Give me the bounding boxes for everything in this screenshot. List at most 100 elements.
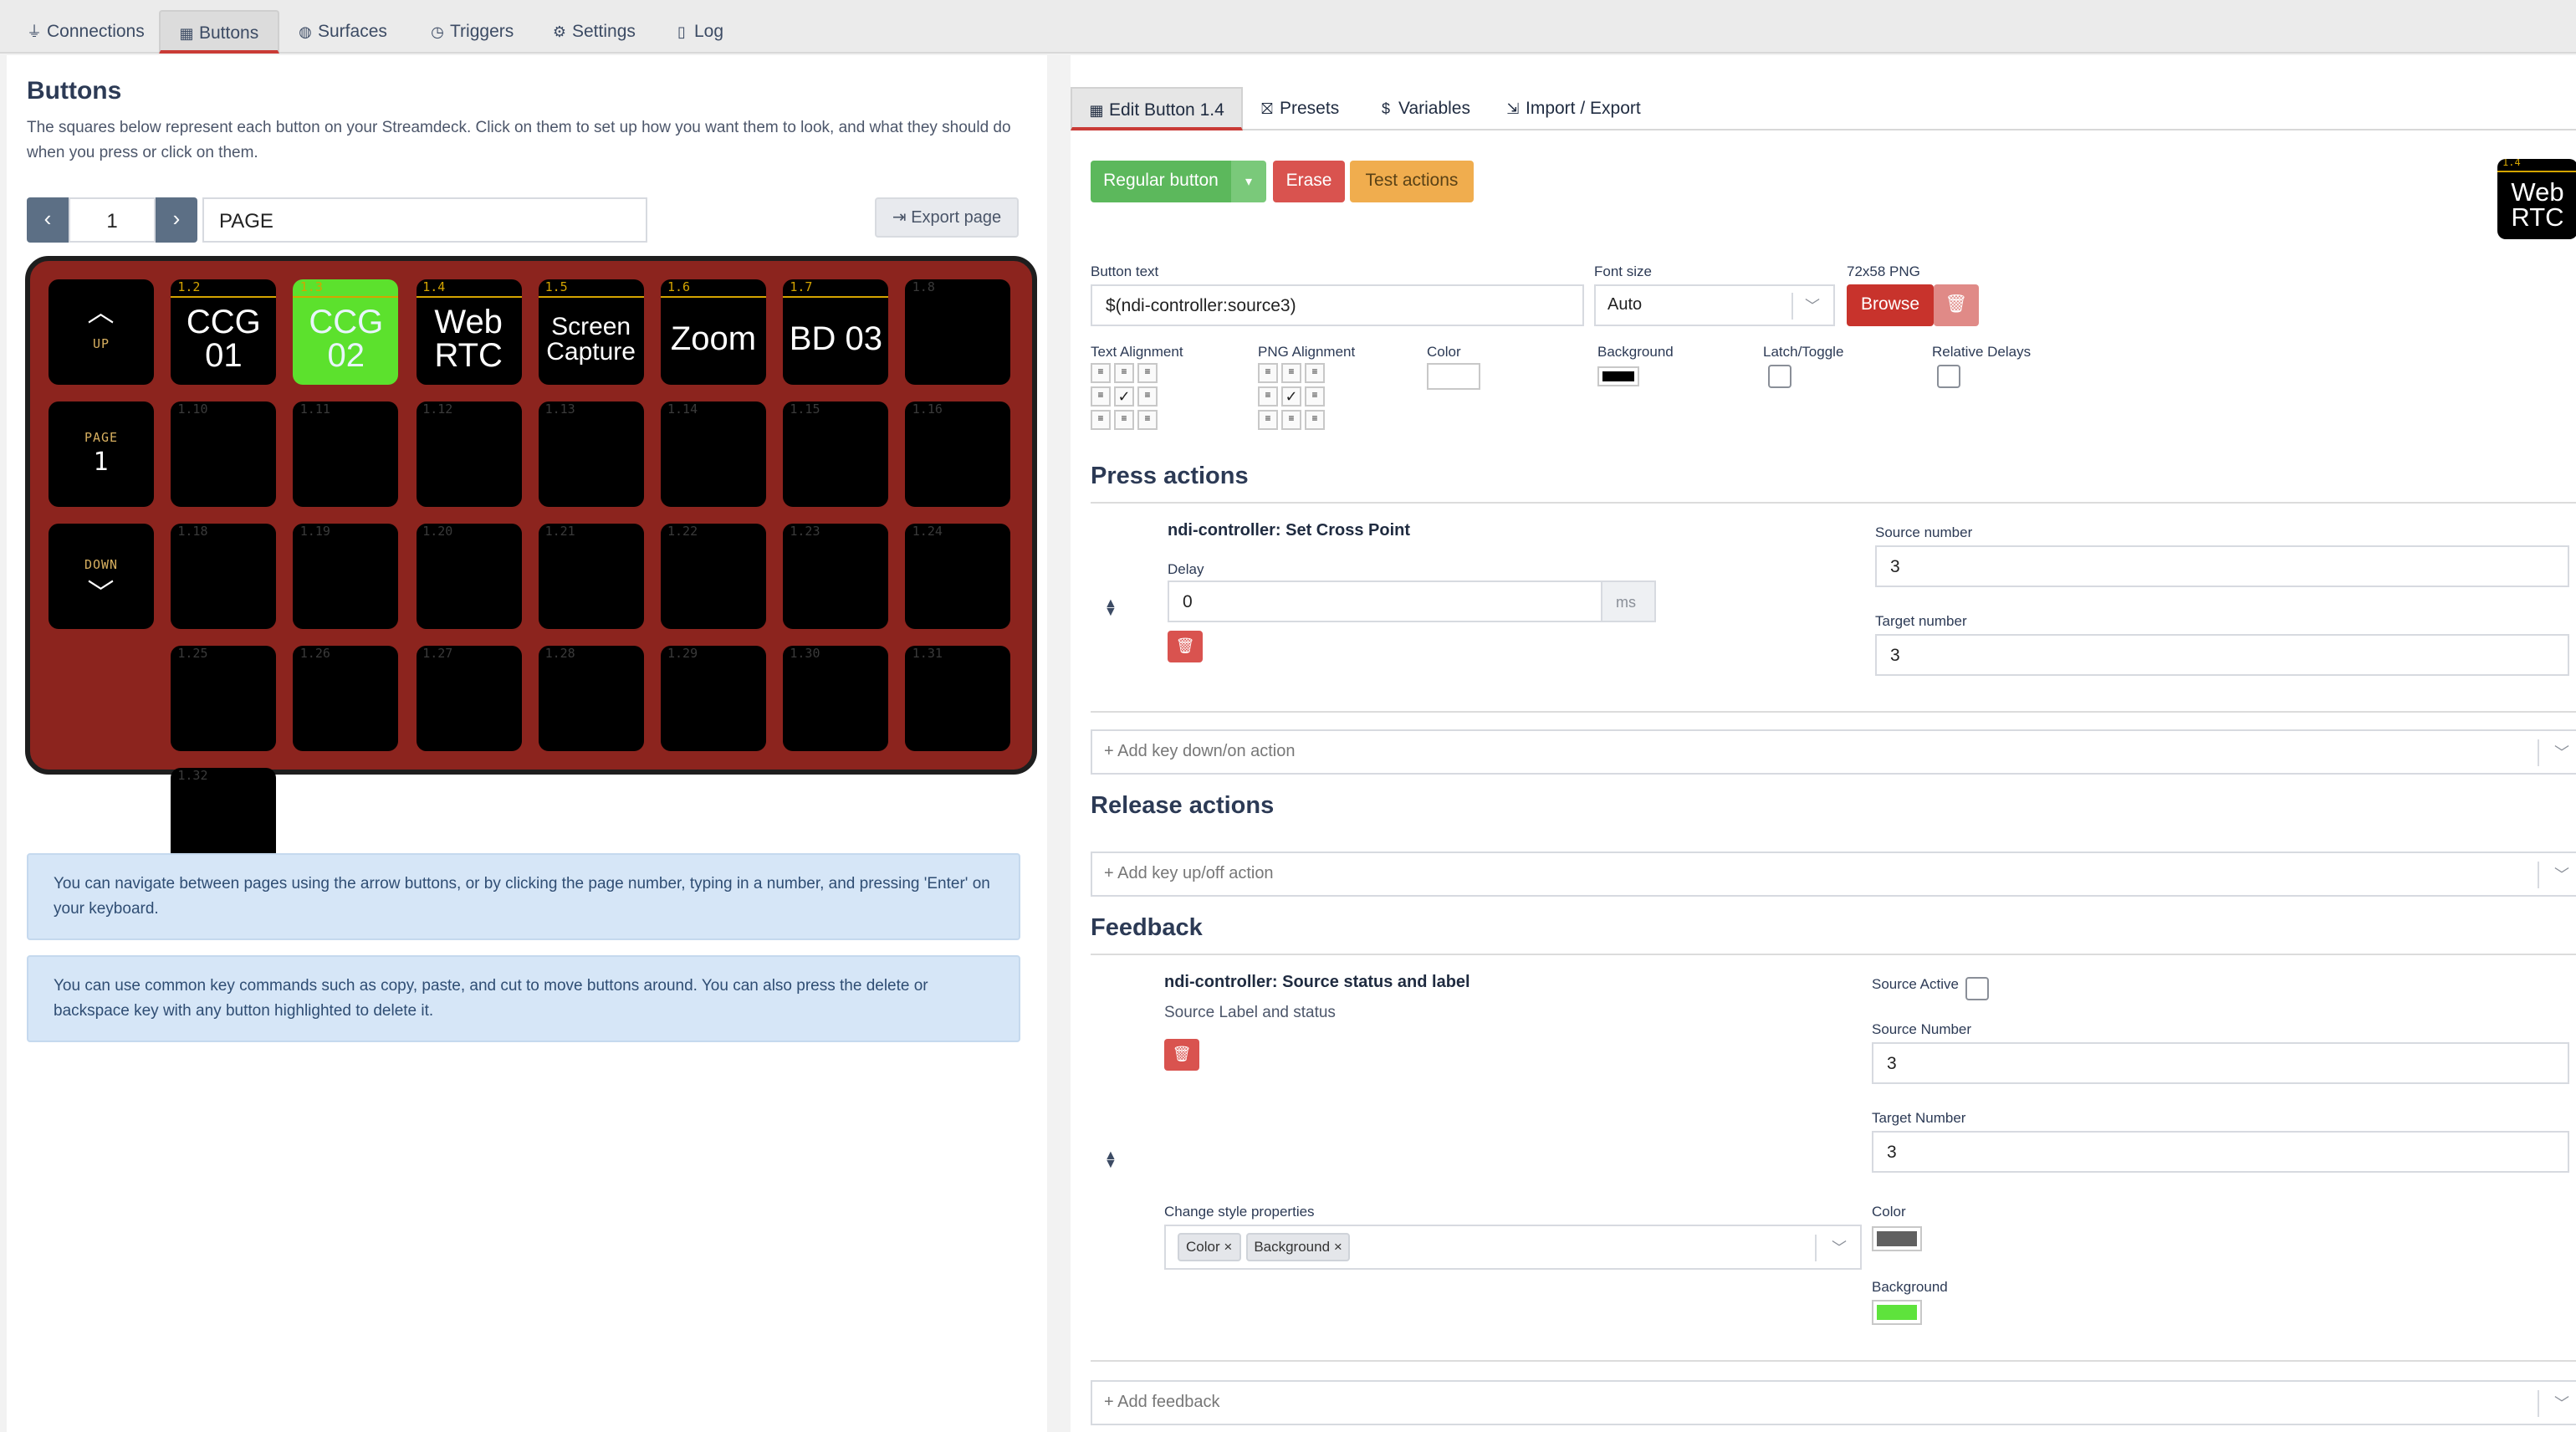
- latch-toggle-checkbox[interactable]: [1768, 365, 1791, 388]
- streamdeck-key[interactable]: 1.19: [293, 524, 399, 629]
- remove-tag-icon[interactable]: ×: [1224, 1238, 1232, 1255]
- sort-handle-icon[interactable]: ▲ ▼: [1104, 596, 1117, 618]
- text-alignment-grid[interactable]: ≡ ≡ ≡ ≡ ✓ ≡ ≡ ≡ ≡: [1091, 363, 1158, 430]
- align-bottom-center[interactable]: ≡: [1114, 410, 1134, 430]
- streamdeck-key[interactable]: 1.3 CCG 02: [293, 279, 399, 385]
- align-center-center[interactable]: ✓: [1281, 386, 1301, 407]
- streamdeck-key[interactable]: 1.14: [661, 401, 766, 507]
- chevron-down-icon: ﹀: [2553, 867, 2569, 883]
- test-actions-button[interactable]: Test actions: [1350, 161, 1474, 202]
- align-center-right[interactable]: ≡: [1137, 386, 1158, 407]
- align-center-right[interactable]: ≡: [1305, 386, 1325, 407]
- align-top-right[interactable]: ≡: [1137, 363, 1158, 383]
- relative-delays-checkbox[interactable]: [1937, 365, 1960, 388]
- streamdeck-key[interactable]: 1.25: [171, 646, 277, 751]
- streamdeck-key[interactable]: 1.24: [905, 524, 1011, 629]
- streamdeck-key[interactable]: 1.28: [538, 646, 644, 751]
- align-top-center[interactable]: ≡: [1114, 363, 1134, 383]
- streamdeck-key[interactable]: 1.11: [293, 401, 399, 507]
- tab-buttons[interactable]: ▦ Buttons: [159, 10, 279, 54]
- align-bottom-right[interactable]: ≡: [1137, 410, 1158, 430]
- page-number-input[interactable]: 1: [69, 197, 156, 243]
- streamdeck-key[interactable]: 1.27: [416, 646, 522, 751]
- streamdeck-key[interactable]: 1.26: [293, 646, 399, 751]
- streamdeck-key[interactable]: 1.31: [905, 646, 1011, 751]
- text-color-picker[interactable]: [1427, 363, 1480, 390]
- font-size-select[interactable]: Auto ﹀: [1594, 284, 1835, 326]
- button-type-button[interactable]: Regular button: [1091, 161, 1231, 202]
- tab-settings[interactable]: ⚙ Settings: [534, 10, 654, 54]
- streamdeck-key[interactable]: 1.2 CCG 01: [171, 279, 277, 385]
- feedback-target-number-input[interactable]: 3: [1872, 1131, 2569, 1173]
- tab-connections[interactable]: ⏚ Connections: [8, 10, 163, 54]
- chevron-up-icon: ︿: [87, 296, 115, 328]
- streamdeck-key[interactable]: 1.16: [905, 401, 1011, 507]
- streamdeck-key[interactable]: 1.10: [171, 401, 277, 507]
- tab-presets[interactable]: ⛝ Presets: [1243, 87, 1356, 130]
- streamdeck-key[interactable]: 1.8: [905, 279, 1011, 385]
- background-color-picker[interactable]: [1597, 366, 1639, 386]
- page-indicator-key[interactable]: PAGE 1: [49, 401, 154, 507]
- tab-surfaces[interactable]: ◍ Surfaces: [279, 10, 406, 54]
- feedback-source-number-input[interactable]: 3: [1872, 1042, 2569, 1084]
- source-active-checkbox[interactable]: [1965, 977, 1989, 1000]
- source-number-input[interactable]: 3: [1875, 545, 2569, 587]
- align-bottom-right[interactable]: ≡: [1305, 410, 1325, 430]
- align-top-left[interactable]: ≡: [1091, 363, 1111, 383]
- page-up-key[interactable]: ︿ UP: [49, 279, 154, 385]
- align-top-center[interactable]: ≡: [1281, 363, 1301, 383]
- streamdeck-key[interactable]: 1.6 Zoom: [661, 279, 766, 385]
- streamdeck-key[interactable]: 1.21: [538, 524, 644, 629]
- remove-tag-icon[interactable]: ×: [1334, 1238, 1342, 1255]
- align-center-left[interactable]: ≡: [1091, 386, 1111, 407]
- tab-log[interactable]: ▯ Log: [656, 10, 742, 54]
- page-down-key[interactable]: DOWN ﹀: [49, 524, 154, 629]
- style-tag-background[interactable]: Background ×: [1245, 1233, 1351, 1261]
- streamdeck-key[interactable]: 1.29: [661, 646, 766, 751]
- export-page-button[interactable]: ⇥ Export page: [875, 197, 1019, 238]
- streamdeck-key[interactable]: 1.30: [783, 646, 889, 751]
- align-bottom-left[interactable]: ≡: [1258, 410, 1278, 430]
- align-center-center[interactable]: ✓: [1114, 386, 1134, 407]
- prev-page-button[interactable]: ‹: [27, 197, 69, 243]
- browse-png-button[interactable]: Browse: [1847, 284, 1934, 326]
- style-properties-select[interactable]: Color × Background × ﹀: [1164, 1225, 1862, 1270]
- feedback-color-picker[interactable]: [1872, 1226, 1922, 1251]
- delete-action-button[interactable]: 🗑: [1168, 631, 1203, 662]
- streamdeck-key[interactable]: 1.15: [783, 401, 889, 507]
- streamdeck-key[interactable]: 1.18: [171, 524, 277, 629]
- streamdeck-key[interactable]: 1.22: [661, 524, 766, 629]
- streamdeck-key[interactable]: 1.4 Web RTC: [416, 279, 522, 385]
- align-top-right[interactable]: ≡: [1305, 363, 1325, 383]
- tab-import-export[interactable]: ⇲ Import / Export: [1489, 87, 1658, 130]
- button-type-dropdown[interactable]: ▾: [1231, 161, 1266, 202]
- sort-handle-icon[interactable]: ▲ ▼: [1104, 1148, 1117, 1170]
- align-bottom-left[interactable]: ≡: [1091, 410, 1111, 430]
- tab-triggers[interactable]: ◷ Triggers: [411, 10, 532, 54]
- style-tag-color[interactable]: Color ×: [1178, 1233, 1241, 1261]
- streamdeck-key[interactable]: 1.20: [416, 524, 522, 629]
- button-text-input[interactable]: $(ndi-controller:source3): [1091, 284, 1584, 326]
- streamdeck-key[interactable]: 1.23: [783, 524, 889, 629]
- next-page-button[interactable]: ›: [156, 197, 197, 243]
- feedback-background-picker[interactable]: [1872, 1300, 1922, 1325]
- streamdeck-key[interactable]: 1.5 Screen Capture: [538, 279, 644, 385]
- png-alignment-grid[interactable]: ≡ ≡ ≡ ≡ ✓ ≡ ≡ ≡ ≡: [1258, 363, 1325, 430]
- target-number-input[interactable]: 3: [1875, 634, 2569, 676]
- remove-png-button[interactable]: 🗑: [1934, 284, 1979, 326]
- streamdeck-key[interactable]: 1.7 BD 03: [783, 279, 889, 385]
- tab-edit-button[interactable]: ▦ Edit Button 1.4: [1071, 87, 1243, 130]
- tab-variables[interactable]: $ Variables: [1362, 87, 1487, 130]
- page-name-input[interactable]: PAGE: [202, 197, 647, 243]
- add-feedback-select[interactable]: + Add feedback ﹀: [1091, 1380, 2576, 1425]
- streamdeck-key[interactable]: 1.12: [416, 401, 522, 507]
- add-release-action-select[interactable]: + Add key up/off action ﹀: [1091, 852, 2576, 897]
- delete-feedback-button[interactable]: 🗑: [1164, 1039, 1199, 1071]
- streamdeck-key[interactable]: 1.13: [538, 401, 644, 507]
- add-press-action-select[interactable]: + Add key down/on action ﹀: [1091, 729, 2576, 775]
- align-center-left[interactable]: ≡: [1258, 386, 1278, 407]
- align-top-left[interactable]: ≡: [1258, 363, 1278, 383]
- erase-button[interactable]: Erase: [1273, 161, 1345, 202]
- align-bottom-center[interactable]: ≡: [1281, 410, 1301, 430]
- delay-input[interactable]: 0: [1168, 580, 1602, 622]
